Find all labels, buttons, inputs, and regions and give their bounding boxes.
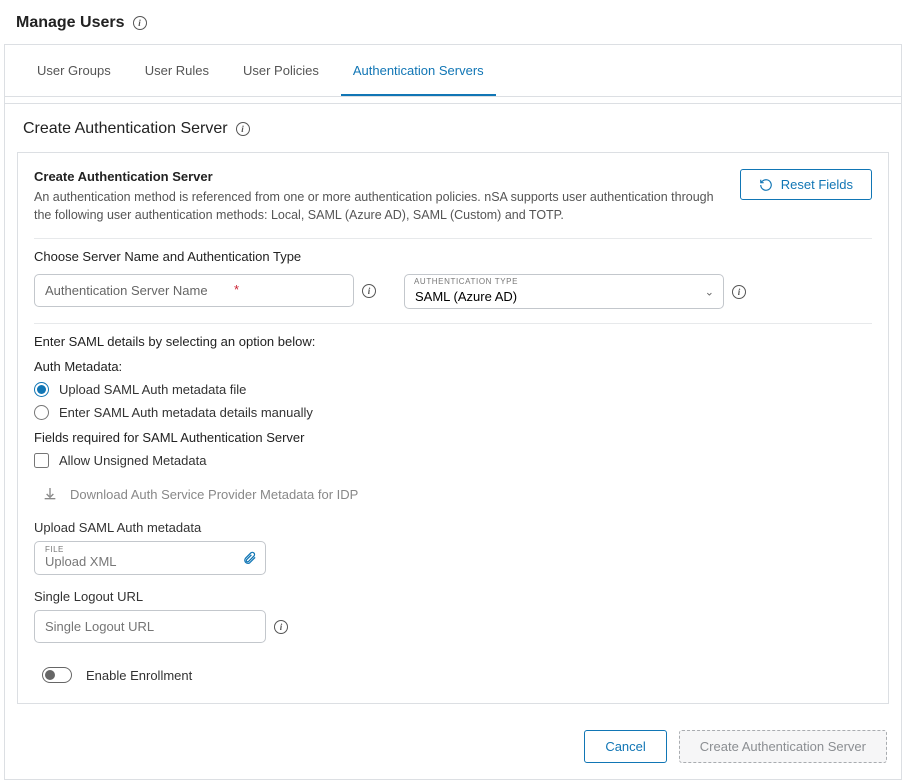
tab-authentication-servers[interactable]: Authentication Servers (341, 45, 496, 96)
reset-icon (759, 178, 773, 192)
download-metadata-link[interactable]: Download Auth Service Provider Metadata … (42, 486, 872, 502)
download-label: Download Auth Service Provider Metadata … (70, 487, 358, 502)
auth-type-minilabel: AUTHENTICATION TYPE (414, 277, 518, 286)
enable-enrollment-label: Enable Enrollment (86, 668, 192, 683)
fields-required-label: Fields required for SAML Authentication … (34, 430, 872, 445)
info-icon[interactable]: i (732, 285, 746, 299)
radio-upload-label: Upload SAML Auth metadata file (59, 382, 246, 397)
content-panel: Create Authentication Server i Create Au… (5, 103, 901, 779)
create-auth-server-button[interactable]: Create Authentication Server (679, 730, 887, 763)
intro-heading: Create Authentication Server (34, 169, 720, 184)
file-placeholder: Upload XML (45, 554, 255, 569)
allow-unsigned-label: Allow Unsigned Metadata (59, 453, 206, 468)
logout-url-label: Single Logout URL (34, 589, 872, 604)
saml-instruction: Enter SAML details by selecting an optio… (34, 334, 872, 349)
intro-desc: An authentication method is referenced f… (34, 188, 720, 224)
logout-url-input[interactable] (34, 610, 266, 643)
info-icon[interactable]: i (133, 16, 147, 30)
paperclip-icon (242, 551, 257, 566)
tab-user-rules[interactable]: User Rules (133, 45, 221, 96)
info-icon[interactable]: i (362, 284, 376, 298)
tabs-bar: User Groups User Rules User Policies Aut… (5, 45, 901, 97)
server-name-input[interactable] (34, 274, 354, 307)
upload-label: Upload SAML Auth metadata (34, 520, 872, 535)
info-icon[interactable]: i (274, 620, 288, 634)
tab-user-groups[interactable]: User Groups (25, 45, 123, 96)
required-star: * (234, 282, 239, 297)
form-card: Create Authentication Server An authenti… (17, 152, 889, 704)
file-upload-field[interactable]: FILE Upload XML (34, 541, 266, 575)
radio-enter-manually[interactable]: Enter SAML Auth metadata details manuall… (34, 405, 872, 420)
radio-manual-label: Enter SAML Auth metadata details manuall… (59, 405, 313, 420)
allow-unsigned-row[interactable]: Allow Unsigned Metadata (34, 453, 872, 468)
download-icon (42, 486, 58, 502)
page-title: Manage Users (16, 14, 125, 32)
radio-upload-file[interactable]: Upload SAML Auth metadata file (34, 382, 872, 397)
choose-label: Choose Server Name and Authentication Ty… (34, 249, 872, 264)
reset-label: Reset Fields (781, 177, 853, 192)
panel-title: Create Authentication Server (23, 120, 228, 138)
radio-upload-input[interactable] (34, 382, 49, 397)
enable-enrollment-toggle[interactable] (42, 667, 72, 683)
file-mini-label: FILE (45, 545, 255, 554)
info-icon[interactable]: i (236, 122, 250, 136)
tab-user-policies[interactable]: User Policies (231, 45, 331, 96)
reset-fields-button[interactable]: Reset Fields (740, 169, 872, 200)
cancel-button[interactable]: Cancel (584, 730, 666, 763)
main-panel: User Groups User Rules User Policies Aut… (4, 44, 902, 780)
allow-unsigned-checkbox[interactable] (34, 453, 49, 468)
footer-buttons: Cancel Create Authentication Server (5, 716, 901, 779)
auth-metadata-label: Auth Metadata: (34, 359, 872, 374)
radio-manual-input[interactable] (34, 405, 49, 420)
